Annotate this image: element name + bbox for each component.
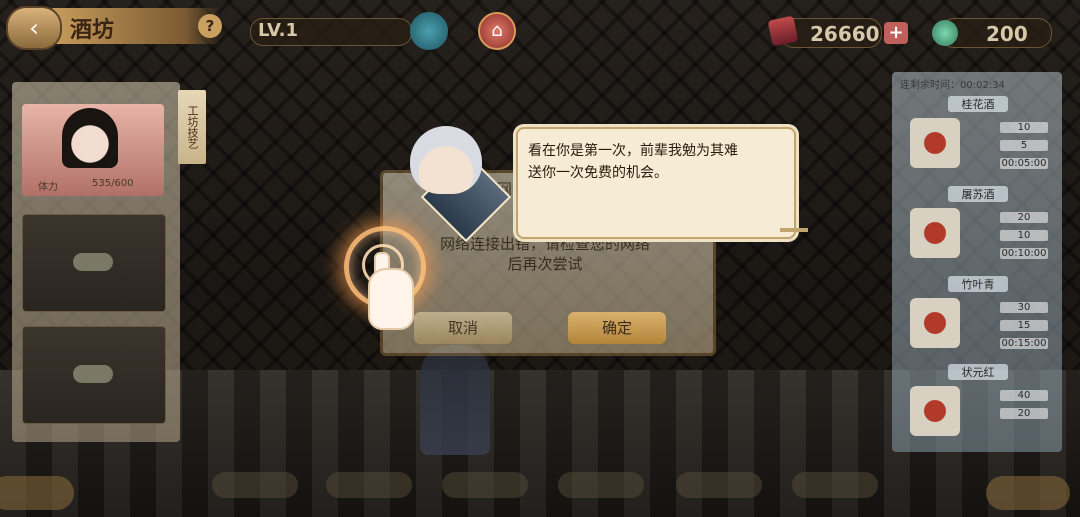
stamina-label: 体力 (38, 182, 58, 193)
recipe-time: 00:10:00 (1000, 248, 1048, 259)
page-title: 酒坊 (70, 17, 115, 43)
bottom-slot (676, 472, 762, 498)
recipe-stat: 10 (970, 122, 1052, 136)
recipe-name: 竹叶青 (948, 276, 1008, 292)
gem-icon (932, 20, 958, 46)
bottom-slot (326, 472, 412, 498)
bottom-slot (212, 472, 298, 498)
recipe-stat: 20 (970, 408, 1052, 422)
wine-jar-icon (910, 386, 960, 436)
recipe-stat: 10 (970, 230, 1052, 244)
recipe-card[interactable]: 桂花酒 10 5 00:05:00 (898, 96, 1058, 180)
pointer-hand-icon (368, 268, 414, 330)
bottom-slot (792, 472, 878, 498)
arrow-left-icon: ‹ (29, 14, 39, 42)
timer-row: 连剩余时间：00:02:34 (900, 76, 1056, 91)
recipe-card[interactable]: 状元红 40 20 (898, 364, 1058, 448)
question-icon[interactable]: ? (198, 14, 222, 38)
empty-slot[interactable] (22, 214, 166, 312)
coin-value: 26660 (810, 22, 880, 46)
home-icon[interactable]: ⌂ (478, 12, 516, 50)
confirm-button[interactable]: 确定 (568, 312, 666, 344)
cancel-button[interactable]: 取消 (414, 312, 512, 344)
bottom-slot (558, 472, 644, 498)
recipe-card[interactable]: 竹叶青 30 15 00:15:00 (898, 276, 1058, 360)
bottom-slot (442, 472, 528, 498)
timer-value: 00:02:34 (960, 80, 1005, 91)
recipe-time: 00:15:00 (1000, 338, 1048, 349)
dialog-message: 网络连接出错，请检查您的网络 后再次尝试 (439, 235, 650, 273)
recipe-name: 状元红 (948, 364, 1008, 380)
wine-jar-icon (910, 298, 960, 348)
recipe-card[interactable]: 屠苏酒 20 10 00:10:00 (898, 186, 1058, 270)
character-portrait (62, 108, 118, 168)
wine-jar-icon (910, 208, 960, 258)
back-button[interactable]: ‹ (6, 6, 62, 50)
plus-icon[interactable]: + (884, 22, 908, 44)
recipe-name: 桂花酒 (948, 96, 1008, 112)
player-sprite (420, 345, 490, 455)
top-bar: ‹ 酒坊 ? LV.1 ⌂ 26660 + 200 (0, 0, 1080, 50)
bottom-left-button[interactable] (0, 476, 74, 510)
recipe-stat: 5 (970, 140, 1052, 154)
timer-label: 连剩余时间： (900, 80, 960, 91)
speech-text: 看在你是第一次，前辈我勉为其难 送你一次免费的机会。 (528, 143, 738, 181)
level-label: LV.1 (258, 20, 298, 41)
recipe-stat: 20 (970, 212, 1052, 226)
recipe-stat: 40 (970, 390, 1052, 404)
slot-placeholder-icon (73, 253, 113, 271)
slot-placeholder-icon (73, 365, 113, 383)
bottom-right-button[interactable] (986, 476, 1070, 510)
coin-icon (767, 15, 799, 47)
recipe-stat: 15 (970, 320, 1052, 334)
npc-portrait (410, 126, 482, 194)
empty-slot[interactable] (22, 326, 166, 424)
recipe-time: 00:05:00 (1000, 158, 1048, 169)
level-badge-icon[interactable] (410, 12, 448, 50)
wine-jar-icon (910, 118, 960, 168)
bubble-tail (780, 228, 808, 232)
stamina-value: 535/600 (92, 178, 134, 189)
recipe-stat: 30 (970, 302, 1052, 316)
gem-value: 200 (986, 22, 1028, 46)
side-tag[interactable]: 工坊技艺 (178, 90, 206, 164)
recipe-name: 屠苏酒 (948, 186, 1008, 202)
stamina-row: 体力 535/600 (26, 176, 162, 194)
